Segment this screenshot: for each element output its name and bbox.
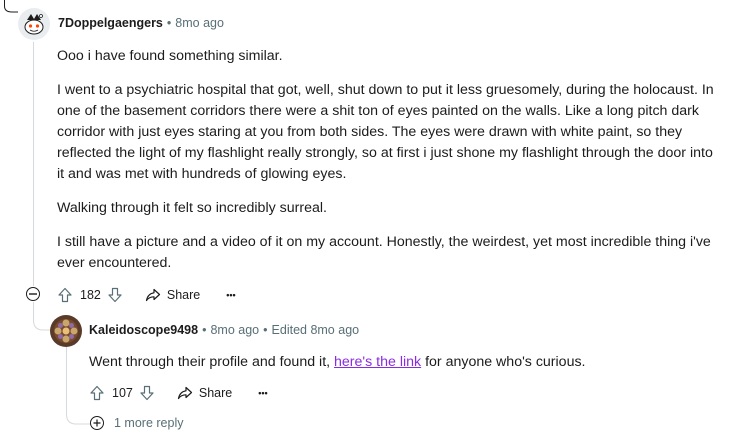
kaleidoscope-avatar-icon [50, 315, 82, 347]
reply-separator: • [202, 323, 207, 337]
plus-circle-icon [90, 416, 104, 430]
reply-text-after: for anyone who's curious. [421, 354, 586, 370]
reply-share-label: Share [198, 385, 233, 400]
avatar-7doppelgaengers[interactable] [18, 8, 50, 40]
collapse-thread-button[interactable] [26, 287, 40, 301]
reply-vote-score: 107 [112, 385, 133, 400]
avatar-kaleidoscope9498[interactable] [50, 315, 82, 347]
comment-header: 7Doppelgaengers • 8mo ago [58, 16, 224, 30]
reply-age[interactable]: 8mo ago [210, 323, 259, 337]
comment-body: Ooo i have found something similar. I we… [57, 46, 722, 274]
upvote-arrow-icon [58, 287, 72, 302]
reply-header: Kaleidoscope9498 • 8mo ago • Edited 8mo … [89, 323, 359, 337]
comment-paragraph: Walking through it felt so incredibly su… [57, 200, 327, 216]
comment-actions: 182 Share ••• [57, 286, 236, 303]
share-arrow-icon [177, 386, 192, 399]
reply-actions: 107 Share ••• [89, 384, 268, 401]
comment-paragraph: Ooo i have found something similar. [57, 48, 283, 64]
profile-link[interactable]: here's the link [334, 354, 421, 370]
share-label: Share [166, 287, 201, 302]
reply-body: Went through their profile and found it,… [89, 352, 719, 373]
snoo-avatar-icon [18, 8, 50, 40]
share-button[interactable]: Share [145, 287, 200, 303]
comment-paragraph: I went to a psychiatric hospital that go… [57, 82, 714, 182]
more-replies-button[interactable]: 1 more reply [90, 416, 183, 430]
comment-age[interactable]: 8mo ago [175, 16, 224, 30]
downvote-arrow-icon [140, 385, 154, 400]
upvote-arrow-icon [90, 385, 104, 400]
thread-curve-more [66, 400, 90, 425]
upvote-button[interactable] [57, 287, 73, 303]
reply-text-before: Went through their profile and found it, [89, 354, 335, 370]
more-replies-label: 1 more reply [114, 416, 184, 430]
comment-paragraph: I still have a picture and a video of it… [57, 234, 711, 271]
more-options-button[interactable]: ••• [226, 290, 235, 300]
downvote-arrow-icon [108, 287, 122, 302]
downvote-button[interactable] [107, 287, 123, 303]
minus-icon [29, 293, 37, 295]
share-arrow-icon [145, 288, 160, 301]
reply-upvote-button[interactable] [89, 385, 105, 401]
reply-share-button[interactable]: Share [177, 385, 232, 401]
thread-line-main [33, 42, 34, 286]
reply-downvote-button[interactable] [139, 385, 155, 401]
thread-curve-top [4, 0, 18, 13]
reply-more-options-button[interactable]: ••• [258, 388, 267, 398]
reply-author[interactable]: Kaleidoscope9498 [89, 323, 198, 337]
header-separator: • [166, 16, 172, 30]
reply-edited: Edited 8mo ago [271, 323, 360, 337]
reply-separator: • [263, 323, 268, 337]
vote-score: 182 [80, 287, 101, 302]
comment-author[interactable]: 7Doppelgaengers [58, 16, 163, 30]
